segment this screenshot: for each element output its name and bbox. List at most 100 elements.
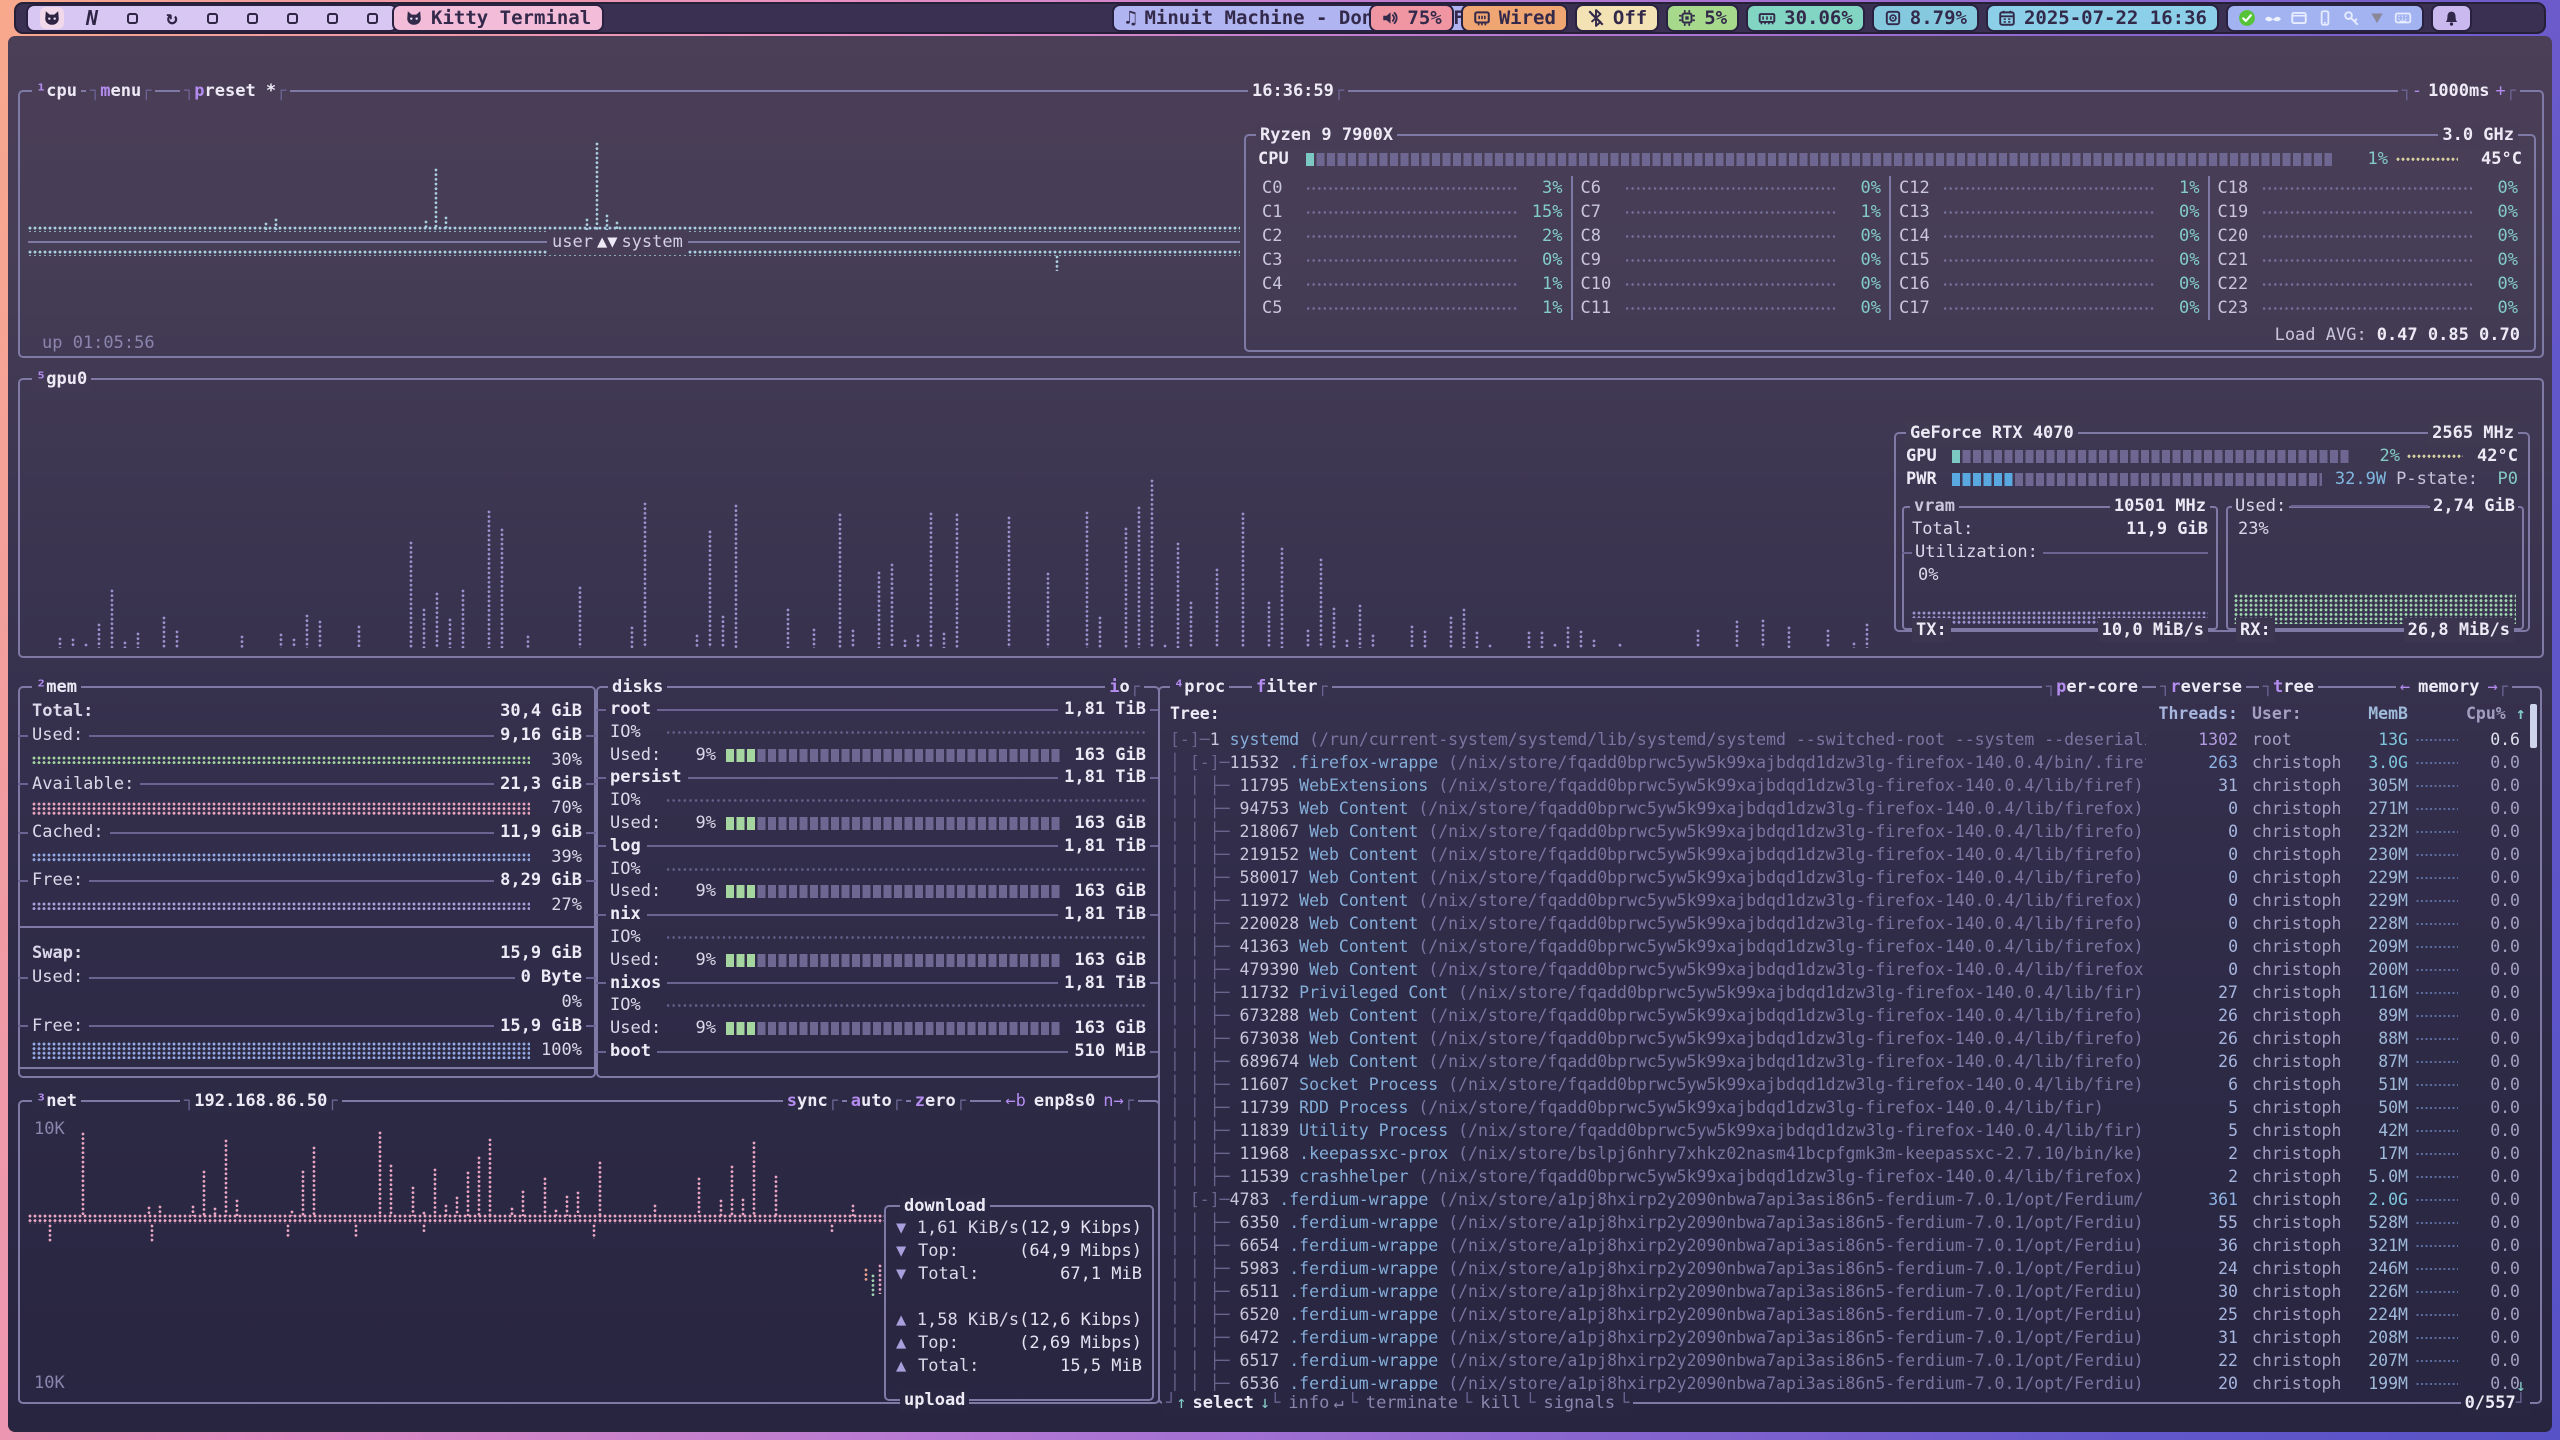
phone-icon[interactable] [2316,9,2334,27]
network-history-graph [28,1102,884,1402]
process-row-580017[interactable]: │ │ ├─ 580017 Web Content (/nix/store/fq… [1170,866,2532,889]
process-row-673288[interactable]: │ │ ├─ 673288 Web Content (/nix/store/fq… [1170,1004,2532,1027]
keyboard-icon[interactable] [2394,9,2412,27]
status-module-bluetooth[interactable]: Off [1575,4,1659,32]
process-row-689674[interactable]: │ │ ├─ 689674 Web Content (/nix/store/fq… [1170,1050,2532,1073]
process-row-5983[interactable]: │ │ ├─ 5983 .ferdium-wrappe (/nix/store/… [1170,1257,2532,1280]
status-modules: 75% WiredOff5%30.06%8.79%2025-07-22 16:36 [1369,4,2472,32]
process-row-1[interactable]: [-]─1 systemd (/run/current-system/syste… [1170,728,2532,751]
process-row-11539[interactable]: │ │ ├─ 11539 crashhelper (/nix/store/fqa… [1170,1165,2532,1188]
workspace-item-4[interactable]: ↻ [160,7,184,29]
signals-button[interactable]: signals [1535,1391,1619,1415]
workspace-item-8[interactable] [320,7,344,29]
window-tab-kitty[interactable]: Kitty Terminal [392,4,604,32]
workspace-item-2[interactable]: N [80,7,104,29]
net-interface-switcher[interactable]: ←b enp8s0 n→┌ [1001,1089,1138,1113]
gpu-pstate-value: P0 [2478,468,2518,491]
process-row-6654[interactable]: │ │ ├─ 6654 .ferdium-wrappe (/nix/store/… [1170,1234,2532,1257]
status-module-clock[interactable]: 2025-07-22 16:36 [1986,4,2219,32]
square-icon [123,9,141,27]
process-row-6350[interactable]: │ │ ├─ 6350 .ferdium-wrappe (/nix/store/… [1170,1211,2532,1234]
net-zero-button[interactable]: zero┌ [911,1089,970,1113]
update-interval-control[interactable]: ┐- 1000ms +┌ [2398,79,2520,103]
core-row-C14: C140% [1899,224,2200,248]
upload-stat-row-0: ▲1,58 KiB/s(12,6 Kibps) [896,1309,1142,1332]
column-memb[interactable]: MemB [2350,702,2408,725]
workspace-switcher[interactable]: N↻ [26,4,398,32]
triangle-down-icon[interactable] [2368,9,2386,27]
select-up-icon[interactable]: ↑ [1176,1391,1186,1415]
window-icon[interactable] [2290,9,2308,27]
mustache-icon[interactable] [2264,9,2282,27]
process-row-11972[interactable]: │ │ ├─ 11972 Web Content (/nix/store/fqa… [1170,889,2532,912]
process-row-6520[interactable]: │ │ ├─ 6520 .ferdium-wrappe (/nix/store/… [1170,1303,2532,1326]
column-tree[interactable]: Tree: [1170,702,2146,725]
process-row-11739[interactable]: │ │ ├─ 11739 RDD Process (/nix/store/fqa… [1170,1096,2532,1119]
workspace-item-5[interactable] [200,7,224,29]
info-button[interactable]: info [1280,1391,1329,1415]
terminate-button[interactable]: terminate [1358,1391,1462,1415]
process-panel: ⁴proc filter┌ ┐per-core ┐reverse ┐tree ←… [1158,686,2542,1404]
process-row-673038[interactable]: │ │ ├─ 673038 Web Content (/nix/store/fq… [1170,1027,2532,1050]
notifications-button[interactable] [2431,4,2472,32]
key-icon[interactable] [2342,9,2360,27]
cpu-graph-legend[interactable]: user ▲▼ system [547,231,688,254]
process-row-41363[interactable]: │ │ ├─ 41363 Web Content (/nix/store/fqa… [1170,935,2532,958]
proc-sort-column-switcher[interactable]: ← memory →┌ [2396,675,2512,699]
memory-panel: ²mem Total:30,4 GiBUsed:9,16 GiB30%Avail… [18,686,596,1078]
disk-used-root: Used:9%163 GiB [610,744,1146,767]
status-module-volume[interactable]: 75% [1369,4,1453,32]
interval-plus-button[interactable]: + [2496,79,2506,103]
status-module-network[interactable]: Wired [1461,4,1568,32]
status-module-disk[interactable]: 8.79% [1872,4,1979,32]
process-row-6472[interactable]: │ │ ├─ 6472 .ferdium-wrappe (/nix/store/… [1170,1326,2532,1349]
process-row-479390[interactable]: │ │ ├─ 479390 Web Content (/nix/store/fq… [1170,958,2532,981]
proc-reverse-button[interactable]: ┐reverse [2156,675,2246,699]
core-row-C0: C03% [1262,176,1563,200]
process-row-219152[interactable]: │ │ ├─ 219152 Web Content (/nix/store/fq… [1170,843,2532,866]
proc-percore-button[interactable]: ┐per-core [2042,675,2142,699]
process-row-6517[interactable]: │ │ ├─ 6517 .ferdium-wrappe (/nix/store/… [1170,1349,2532,1372]
interval-minus-button[interactable]: - [2412,79,2422,103]
workspace-item-7[interactable] [280,7,304,29]
process-row-11839[interactable]: │ │ ├─ 11839 Utility Process (/nix/store… [1170,1119,2532,1142]
memory-panel-label: mem [46,675,77,699]
process-row-11532[interactable]: │ [-]─11532 .firefox-wrappe (/nix/store/… [1170,751,2532,774]
column-cpu[interactable]: Cpu% ↑ [2466,702,2520,725]
disk-row-root: root1,81 TiB [596,698,1160,721]
core-row-C19: C190% [2218,200,2519,224]
workspace-item-9[interactable] [360,7,384,29]
sort-prev-button[interactable]: ← [2400,675,2410,699]
process-row-11607[interactable]: │ │ ├─ 11607 Socket Process (/nix/store/… [1170,1073,2532,1096]
process-row-6511[interactable]: │ │ ├─ 6511 .ferdium-wrappe (/nix/store/… [1170,1280,2532,1303]
check-circle-icon[interactable] [2238,9,2256,27]
process-row-11732[interactable]: │ │ ├─ 11732 Privileged Cont (/nix/store… [1170,981,2532,1004]
column-user[interactable]: User: [2238,702,2350,725]
status-module-memory[interactable]: 30.06% [1746,4,1865,32]
process-row-94753[interactable]: │ │ ├─ 94753 Web Content (/nix/store/fqa… [1170,797,2532,820]
process-row-11795[interactable]: │ │ ├─ 11795 WebExtensions (/nix/store/f… [1170,774,2532,797]
kill-button[interactable]: kill [1472,1391,1525,1415]
workspace-item-1[interactable] [40,7,64,29]
disks-io-button[interactable]: io┌ [1105,675,1144,699]
sort-next-button[interactable]: → [2488,675,2498,699]
iface-prev-button[interactable]: ←b [1005,1089,1025,1113]
workspace-item-3[interactable] [120,7,144,29]
proc-tree-button[interactable]: ┐tree [2259,675,2318,699]
core-row-C1: C115% [1262,200,1563,224]
process-row-11968[interactable]: │ │ ├─ 11968 .keepassxc-prox (/nix/store… [1170,1142,2532,1165]
upload-title: upload [900,1388,969,1412]
process-row-218067[interactable]: │ │ ├─ 218067 Web Content (/nix/store/fq… [1170,820,2532,843]
process-row-4783[interactable]: │ [-]─4783 .ferdium-wrappe (/nix/store/a… [1170,1188,2532,1211]
status-module-cpu[interactable]: 5% [1666,4,1739,32]
process-table-header[interactable]: Tree: Threads: User: MemB Cpu% ↑ [1170,702,2532,725]
column-threads[interactable]: Threads: [2146,702,2238,725]
workspace-item-6[interactable] [240,7,264,29]
process-counter: 0/557┘ [2461,1391,2530,1415]
mem-row-free: Free:8,29 GiB [18,869,596,892]
process-scrollbar-thumb[interactable] [2530,704,2537,748]
select-down-icon[interactable]: ↓ [1260,1391,1270,1415]
iface-next-button[interactable]: n→ [1103,1089,1123,1113]
proc-filter-button[interactable]: filter┌ [1252,675,1332,699]
process-row-220028[interactable]: │ │ ├─ 220028 Web Content (/nix/store/fq… [1170,912,2532,935]
